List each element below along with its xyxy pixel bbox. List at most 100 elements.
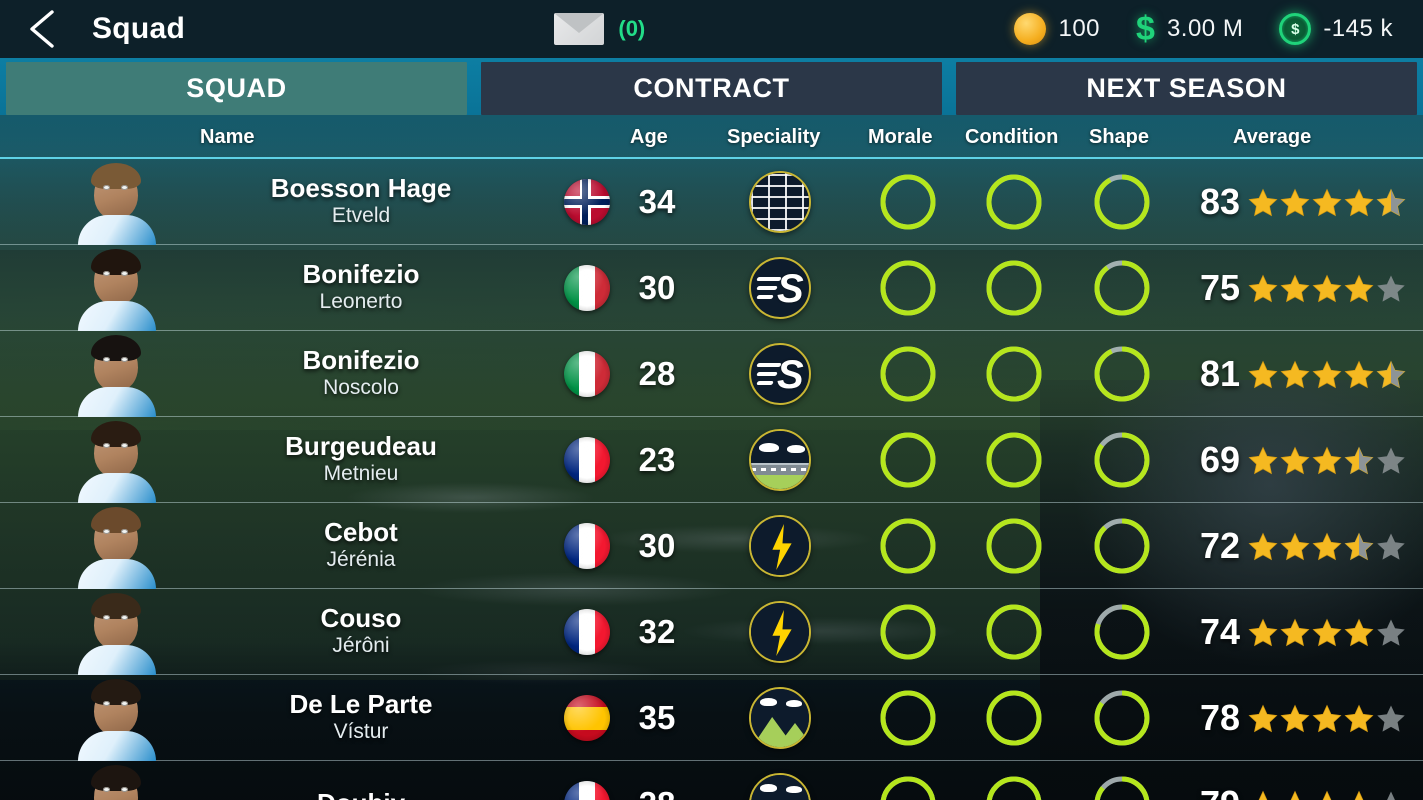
player-list[interactable]: Boesson Hage Etveld 34 83 Bonifezio Leonerto 3…	[0, 159, 1423, 800]
column-header-speciality[interactable]: Speciality	[727, 126, 820, 149]
speciality-cell[interactable]	[744, 675, 816, 761]
speciality-cell[interactable]	[744, 159, 816, 245]
player-row[interactable]: Cebot Jérénia 30 72	[0, 503, 1423, 589]
morale-cell	[862, 417, 954, 503]
speciality-climber-icon[interactable]	[749, 773, 811, 800]
morale-gauge	[880, 260, 936, 316]
player-row[interactable]: Burgeudeau Metnieu 23 69	[0, 417, 1423, 503]
star-icon	[1344, 360, 1374, 388]
mail-icon	[554, 13, 605, 45]
balance-currency[interactable]: $ -145 k	[1279, 13, 1393, 45]
speciality-climber-icon[interactable]	[749, 687, 811, 749]
morale-cell	[862, 159, 954, 245]
cash-amount: 3.00 M	[1166, 15, 1244, 42]
star-icon	[1312, 446, 1342, 474]
star-rating	[1248, 790, 1406, 800]
column-header-age[interactable]: Age	[630, 126, 668, 149]
player-name-cell[interactable]: Couso Jérôni	[196, 589, 526, 675]
nationality-cell	[562, 503, 612, 589]
column-header-condition[interactable]: Condition	[965, 126, 1058, 149]
speciality-puncher-icon[interactable]	[749, 601, 811, 663]
average-cell: 74	[1168, 589, 1240, 675]
player-name-cell[interactable]: De Le Parte Vístur	[196, 675, 526, 761]
flag-icon	[564, 437, 610, 483]
tab-bar: SQUAD CONTRACT NEXT SEASON	[0, 58, 1423, 115]
speciality-sprinter-icon[interactable]: S	[749, 343, 811, 405]
speciality-cell[interactable]	[744, 589, 816, 675]
star-icon	[1254, 790, 1272, 800]
balance-amount: -145 k	[1323, 15, 1394, 42]
speciality-cell[interactable]: S	[744, 245, 816, 331]
column-header-morale[interactable]: Morale	[868, 126, 932, 149]
average-cell: 75	[1168, 245, 1240, 331]
speciality-cobbles-icon[interactable]	[749, 171, 811, 233]
star-icon	[1312, 274, 1342, 302]
cash-currency[interactable]: $ 3.00 M	[1136, 12, 1243, 46]
star-icon	[1344, 704, 1374, 732]
star-icon	[1286, 790, 1304, 800]
morale-cell	[862, 589, 954, 675]
player-name-cell[interactable]: Cebot Jérénia	[196, 503, 526, 589]
player-row[interactable]: De Le Parte Vístur 35 78	[0, 675, 1423, 761]
speciality-puncher-icon[interactable]	[749, 515, 811, 577]
stars-cell	[1248, 417, 1416, 503]
player-name-cell[interactable]: Doubiy	[196, 761, 526, 800]
nationality-cell	[562, 159, 612, 245]
player-last-name: Bonifezio	[302, 345, 420, 376]
column-header-shape[interactable]: Shape	[1089, 126, 1149, 149]
star-icon	[1344, 618, 1374, 646]
player-row[interactable]: Bonifezio Leonerto 30 S 75	[0, 245, 1423, 331]
star-icon	[1280, 360, 1310, 388]
player-name-cell[interactable]: Bonifezio Leonerto	[196, 245, 526, 331]
tab-contract[interactable]: CONTRACT	[481, 62, 942, 115]
condition-gauge	[986, 432, 1042, 488]
flag-icon	[564, 609, 610, 655]
speciality-cell[interactable]	[744, 417, 816, 503]
speciality-sprinter-icon[interactable]: S	[749, 257, 811, 319]
speciality-cell[interactable]: S	[744, 331, 816, 417]
player-first-name: Etveld	[331, 203, 391, 227]
money-badge-icon: $	[1279, 13, 1312, 45]
star-icon	[1312, 704, 1342, 732]
mail-button[interactable]: (0)	[554, 13, 645, 45]
speciality-cell[interactable]	[744, 761, 816, 800]
age-cell: 30	[622, 503, 692, 589]
star-rating	[1248, 360, 1406, 389]
star-icon	[1344, 274, 1374, 302]
shape-gauge	[1094, 604, 1150, 660]
flag-icon	[564, 265, 610, 311]
player-last-name: Cebot	[324, 517, 398, 548]
player-name-cell[interactable]: Burgeudeau Metnieu	[196, 417, 526, 503]
player-name-cell[interactable]: Bonifezio Noscolo	[196, 331, 526, 417]
avatar	[68, 417, 164, 503]
star-icon	[1280, 274, 1310, 302]
player-name-cell[interactable]: Boesson Hage Etveld	[196, 159, 526, 245]
star-icon	[1248, 446, 1278, 474]
player-row[interactable]: Bonifezio Noscolo 28 S 81	[0, 331, 1423, 417]
back-button[interactable]	[0, 0, 86, 58]
column-header-average[interactable]: Average	[1233, 126, 1311, 149]
star-icon	[1344, 446, 1374, 474]
tab-next-season[interactable]: NEXT SEASON	[956, 62, 1417, 115]
speciality-flat-icon[interactable]	[749, 429, 811, 491]
stars-cell	[1248, 245, 1416, 331]
age-value: 35	[638, 699, 676, 736]
gold-currency[interactable]: 100	[1014, 13, 1100, 45]
tab-squad[interactable]: SQUAD	[6, 62, 467, 115]
average-cell: 72	[1168, 503, 1240, 589]
condition-cell	[968, 675, 1060, 761]
average-value: 78	[1199, 697, 1240, 738]
star-icon	[1280, 446, 1310, 474]
player-row[interactable]: Couso Jérôni 32 74	[0, 589, 1423, 675]
player-row[interactable]: Doubiy 28 79	[0, 761, 1423, 800]
nationality-cell	[562, 245, 612, 331]
shape-gauge	[1094, 260, 1150, 316]
age-cell: 28	[622, 761, 692, 800]
age-value: 30	[638, 269, 676, 306]
player-row[interactable]: Boesson Hage Etveld 34 83	[0, 159, 1423, 245]
column-header-name[interactable]: Name	[200, 126, 254, 149]
condition-cell	[968, 159, 1060, 245]
speciality-cell[interactable]	[744, 503, 816, 589]
average-value: 69	[1199, 439, 1240, 480]
shape-cell	[1076, 417, 1168, 503]
